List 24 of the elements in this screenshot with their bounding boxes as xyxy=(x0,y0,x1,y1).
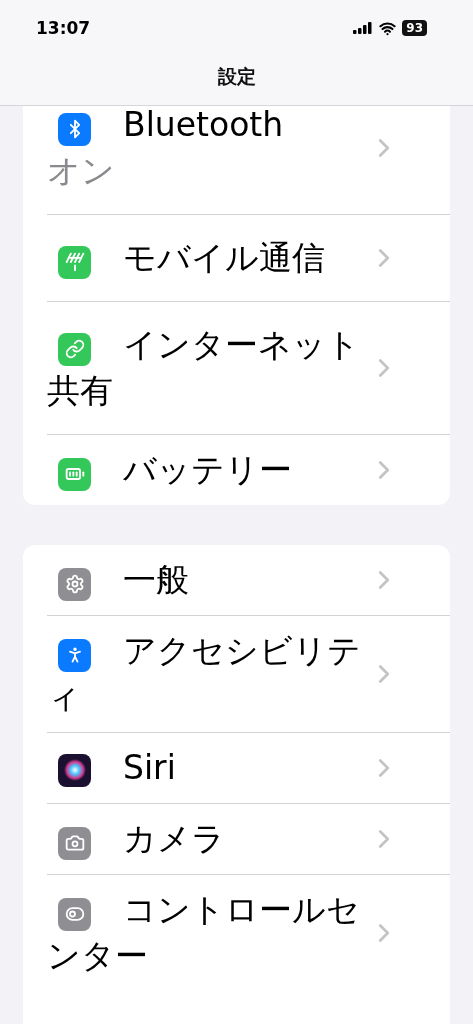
row-title: Siri xyxy=(123,748,176,787)
settings-row[interactable]: バッテリー xyxy=(23,435,450,505)
signal-icon xyxy=(353,22,374,34)
settings-row[interactable]: コントロールセンター xyxy=(23,875,450,991)
settings-row[interactable]: Siri xyxy=(23,733,450,803)
row-title: カメラ xyxy=(123,819,225,858)
settings-row[interactable]: アクセシビリティ xyxy=(23,616,450,732)
battery-level: 93 xyxy=(402,20,427,36)
row-title: アクセシビリティ xyxy=(47,631,361,716)
row-title: Bluetooth xyxy=(123,106,284,144)
status-time: 13:07 xyxy=(36,18,91,38)
settings-row[interactable]: インターネット共有 xyxy=(23,302,450,434)
settings-row[interactable]: モバイル通信 xyxy=(23,215,450,301)
row-title: バッテリー xyxy=(123,450,292,489)
settings-row[interactable]: 一般 xyxy=(23,545,450,615)
row-title: コントロールセンター xyxy=(47,890,360,975)
row-title: インターネット共有 xyxy=(47,325,360,410)
wifi-icon xyxy=(379,19,397,37)
row-value: オン xyxy=(47,150,116,192)
settings-row[interactable]: Bluetooth オン xyxy=(23,106,450,214)
row-title: 一般 xyxy=(123,560,189,599)
nav-title: 設定 xyxy=(216,64,257,89)
settings-row[interactable]: カメラ xyxy=(23,804,450,874)
row-title: モバイル通信 xyxy=(123,238,325,277)
